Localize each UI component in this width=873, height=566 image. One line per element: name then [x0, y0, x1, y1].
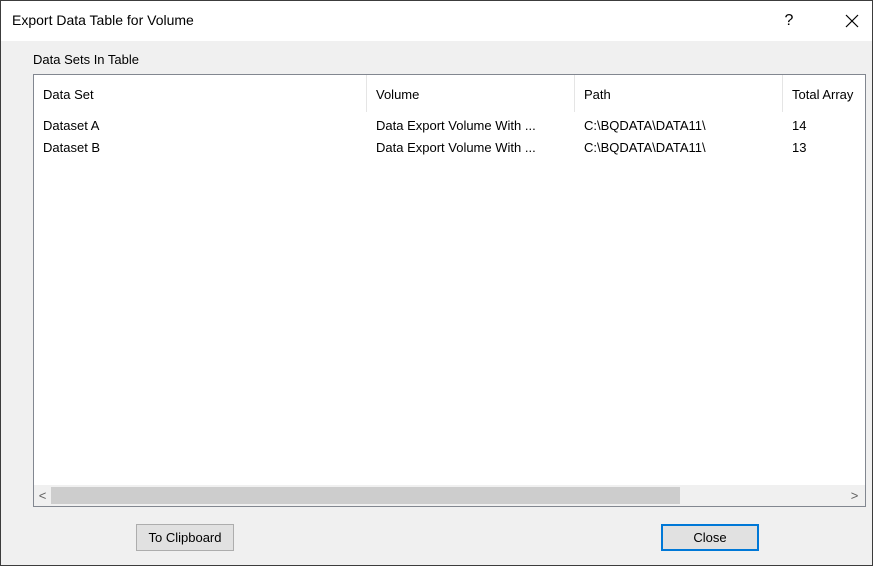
table-row[interactable]: Dataset B Data Export Volume With ... C:…	[34, 137, 865, 158]
column-header-path[interactable]: Path	[575, 75, 783, 112]
scroll-right-icon[interactable]: >	[846, 485, 863, 506]
title-bar[interactable]: Export Data Table for Volume ?	[1, 1, 872, 41]
column-header-total-array[interactable]: Total Array	[783, 75, 865, 112]
cell-volume: Data Export Volume With ...	[376, 140, 536, 155]
scrollbar-thumb[interactable]	[51, 487, 680, 504]
data-sets-group-label: Data Sets In Table	[33, 52, 139, 67]
table-row[interactable]: Dataset A Data Export Volume With ... C:…	[34, 115, 865, 136]
cell-volume: Data Export Volume With ...	[376, 118, 536, 133]
cell-total-array: 13	[792, 140, 807, 155]
close-icon	[845, 14, 859, 28]
help-icon: ?	[784, 12, 794, 29]
to-clipboard-button[interactable]: To Clipboard	[136, 524, 234, 551]
cell-path: C:\BQDATA\DATA11\	[584, 118, 706, 133]
cell-path: C:\BQDATA\DATA11\	[584, 140, 706, 155]
table-header: Data Set Volume Path Total Array	[34, 75, 865, 112]
close-window-button[interactable]	[830, 1, 873, 41]
column-header-data-set[interactable]: Data Set	[34, 75, 367, 112]
scroll-left-icon[interactable]: <	[34, 485, 51, 506]
window-title: Export Data Table for Volume	[12, 12, 194, 28]
export-dialog: Export Data Table for Volume ? Data Sets…	[0, 0, 873, 566]
cell-data-set: Dataset B	[43, 140, 101, 155]
horizontal-scrollbar[interactable]: < >	[34, 485, 865, 506]
cell-total-array: 14	[792, 118, 807, 133]
help-button[interactable]: ?	[767, 1, 811, 41]
data-sets-table[interactable]: Data Set Volume Path Total Array Dataset…	[33, 74, 866, 507]
column-header-volume[interactable]: Volume	[367, 75, 575, 112]
cell-data-set: Dataset A	[43, 118, 100, 133]
close-button[interactable]: Close	[661, 524, 759, 551]
